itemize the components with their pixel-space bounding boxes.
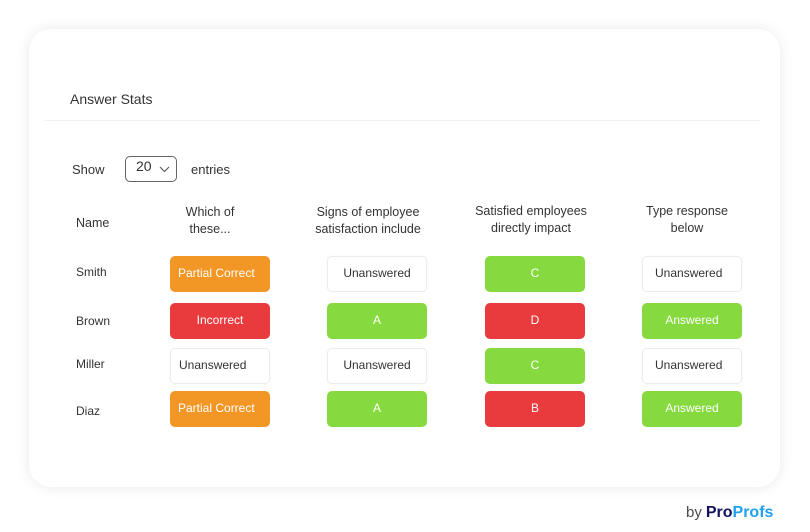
title-divider <box>45 120 760 121</box>
column-header-line: Signs of employee <box>316 205 420 219</box>
entries-selected-value: 20 <box>136 158 152 174</box>
answer-badge-unanswered: Unanswered <box>642 348 742 384</box>
column-header-line: below <box>670 221 704 235</box>
column-header-line: satisfaction include <box>315 222 421 236</box>
answer-badge-correct: Answered <box>642 303 742 339</box>
answer-badge-correct: A <box>327 303 427 339</box>
answer-badge-unanswered: Unanswered <box>327 348 427 384</box>
column-header-q2: Signs of employee satisfaction include <box>303 204 433 238</box>
answer-stats-card: Answer Stats Show 20 entries Name Which … <box>29 29 780 487</box>
answer-badge-text: Answered <box>665 313 719 327</box>
column-header-line: Type response <box>646 204 728 218</box>
entries-label: entries <box>191 161 231 177</box>
answer-badge-text: Answered <box>665 401 719 415</box>
answer-badge-text: Partial Correct <box>178 266 255 280</box>
answer-badge-correct: C <box>485 256 585 292</box>
respondent-name: Smith <box>76 265 107 279</box>
answer-badge-incorrect: B <box>485 391 585 427</box>
answer-badge-unanswered: Unanswered <box>642 256 742 292</box>
answer-badge-text: B <box>530 401 539 415</box>
answer-badge-text: C <box>530 358 540 372</box>
entries-control: Show 20 entries <box>72 156 230 182</box>
column-header-line: these... <box>189 222 231 236</box>
answer-badge-text: Unanswered <box>655 266 723 280</box>
answer-badge-text: A <box>372 313 381 327</box>
brand-by: by <box>686 504 702 521</box>
answer-badge-text: C <box>530 266 540 280</box>
answer-badge-text: Unanswered <box>655 358 723 372</box>
panel-title: Answer Stats <box>70 91 153 107</box>
answer-badge-text: A <box>372 401 381 415</box>
answer-badge-unanswered: Unanswered <box>170 348 270 384</box>
proprofs-logo: by Pro Profs <box>686 504 773 522</box>
answer-badge-correct: C <box>485 348 585 384</box>
answer-badge-text: D <box>530 313 540 327</box>
respondent-name: Diaz <box>76 404 101 418</box>
respondent-name: Brown <box>76 314 111 328</box>
answer-badge-text: Unanswered <box>343 266 411 280</box>
column-header-name: Name <box>76 215 109 232</box>
respondent-name: Miller <box>76 357 105 371</box>
answer-badge-correct: A <box>327 391 427 427</box>
column-header-line: directly impact <box>491 221 571 235</box>
brand-profs: Profs <box>732 504 774 521</box>
brand-pro: Pro <box>705 504 733 521</box>
column-header-q4: Type response below <box>627 203 747 237</box>
chevron-down-icon <box>159 166 170 172</box>
answer-badge-text: Partial Correct <box>178 401 255 415</box>
answer-badge-unanswered: Unanswered <box>327 256 427 292</box>
answer-badge-partial: Partial Correct <box>170 391 270 427</box>
column-header-name-label: Name <box>76 216 110 230</box>
entries-per-page-select[interactable]: 20 <box>125 156 177 182</box>
answer-badge-text: Unanswered <box>179 358 247 372</box>
answer-badge-incorrect: D <box>485 303 585 339</box>
answer-badge-incorrect: Incorrect <box>170 303 270 339</box>
column-header-q3: Satisfied employees directly impact <box>461 203 601 237</box>
column-header-line: Which of <box>185 205 235 219</box>
answer-badge-partial: Partial Correct <box>170 256 270 292</box>
column-header-q1: Which of these... <box>160 204 260 238</box>
answer-badge-text: Unanswered <box>343 358 411 372</box>
column-header-line: Satisfied employees <box>475 204 587 218</box>
answer-badge-text: Incorrect <box>196 313 244 327</box>
answer-badge-correct: Answered <box>642 391 742 427</box>
show-label: Show <box>72 161 105 177</box>
